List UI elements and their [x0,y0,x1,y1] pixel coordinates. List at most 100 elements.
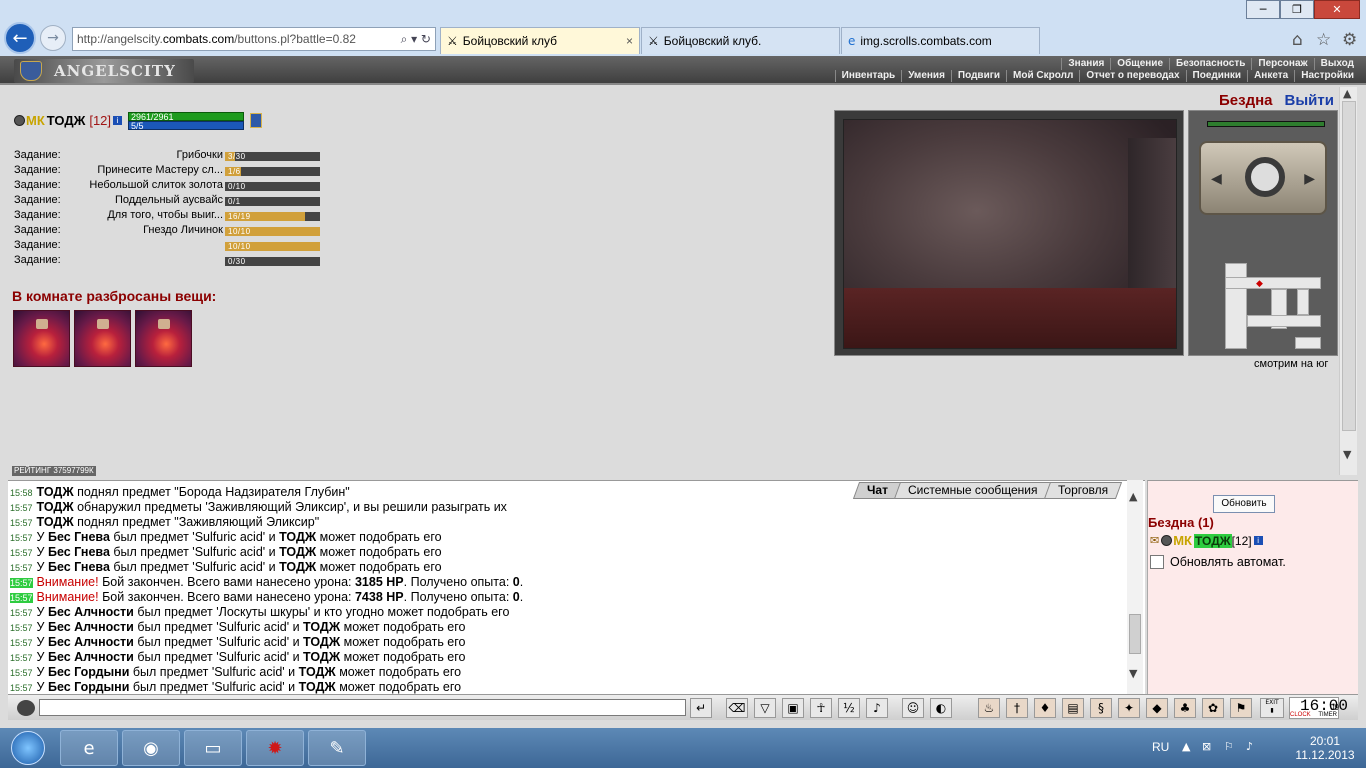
tab-system-messages[interactable]: Системные сообщения [894,482,1052,499]
room-user[interactable]: ✉ МК ТОДЖ [12] i [1150,533,1263,548]
scroll-up-icon[interactable]: ▲ [1343,87,1351,100]
maximize-button[interactable]: ❐ [1280,0,1314,19]
chat-timestamp[interactable]: 15:57 [10,518,33,528]
quest-name[interactable]: Гнездо Личинок [72,224,223,236]
chat-timestamp[interactable]: 15:57 [10,653,33,663]
taskbar-game-icon[interactable]: ✹ [246,730,304,766]
room-user-name[interactable]: ТОДЖ [1193,533,1232,548]
menu-my-scroll[interactable]: Мой Скролл [1006,70,1079,82]
game-logo[interactable]: ANGELSCITY [14,59,194,83]
menu-security[interactable]: Безопасность [1169,58,1251,70]
smile-icon[interactable]: ☺ [902,698,924,718]
chat-timestamp[interactable]: 15:57 [10,533,33,543]
fraction-icon[interactable]: ½ [838,698,860,718]
chat-timestamp[interactable]: 15:57 [10,608,33,618]
group-icon[interactable]: ♣ [1174,698,1196,718]
dungeon-view[interactable] [843,119,1177,349]
clock-label[interactable]: CLOCK [1290,712,1311,718]
menu-skills[interactable]: Умения [901,70,951,82]
chat-timestamp[interactable]: 15:57 [10,638,33,648]
address-bar[interactable]: http://angelscity. combats.com/buttons.pl… [72,27,436,51]
potion-item-icon[interactable] [74,310,131,367]
compass-ring[interactable] [1245,157,1285,197]
volume-icon[interactable]: ♪ [1246,740,1253,753]
menu-battles[interactable]: Поединки [1185,70,1248,82]
potion-item-icon[interactable] [13,310,70,367]
chat-timestamp[interactable]: 15:57 [10,548,33,558]
exit-door-icon[interactable]: EXIT ▮ [1260,698,1284,718]
scroll-icon[interactable]: § [1090,698,1112,718]
chat-timestamp[interactable]: 15:57 [10,593,33,603]
chat-input[interactable] [39,699,686,716]
turn-left-icon[interactable]: ◀ [1211,171,1222,187]
scroll-thumb[interactable] [1342,101,1356,431]
scroll-down-icon[interactable]: ▼ [1129,667,1137,680]
claw-icon[interactable]: ✦ [1118,698,1140,718]
menu-inventory[interactable]: Инвентарь [834,70,902,82]
menu-settings[interactable]: Настройки [1294,70,1360,82]
taskbar-explorer-icon[interactable]: ▭ [184,730,242,766]
send-enter-icon[interactable]: ↵ [690,698,712,718]
save-icon[interactable]: ▣ [782,698,804,718]
quest-name[interactable]: Для того, чтобы выиг... [72,209,223,221]
tab-close-icon[interactable]: × [626,34,633,48]
quest-name[interactable]: Грибочки [72,149,223,161]
menu-exit[interactable]: Выход [1313,58,1360,70]
quest-name[interactable]: Принесите Мастеру сл... [72,164,223,176]
minimize-button[interactable]: ─ [1246,0,1280,19]
potion-item-icon[interactable] [135,310,192,367]
chat-log[interactable]: 15:58 ТОДЖ поднял предмет "Борода Надзира… [10,485,1125,695]
info-icon[interactable]: i [113,116,123,125]
music-icon[interactable]: ♪ [866,698,888,718]
chat-timestamp[interactable]: 15:57 [10,623,33,633]
compass-control[interactable]: ◀ ▶ [1199,141,1327,215]
menu-knowledge[interactable]: Знания [1061,58,1110,70]
clan-badge-icon[interactable] [250,113,262,128]
tab-trade[interactable]: Торговля [1043,482,1123,499]
chat-timestamp[interactable]: 15:57 [10,578,33,588]
cat-icon[interactable]: ✿ [1202,698,1224,718]
menu-character[interactable]: Персонаж [1251,58,1313,70]
turn-right-icon[interactable]: ▶ [1304,171,1315,187]
tab-combats-2[interactable]: ⚔ Бойцовский клуб. [641,27,840,54]
close-window-button[interactable]: ✕ [1314,0,1360,19]
main-scrollbar[interactable]: ▲ ▼ [1339,87,1357,475]
tab-img-scrolls[interactable]: e img.scrolls.combats.com [841,27,1040,54]
dagger-icon[interactable]: † [1006,698,1028,718]
back-button[interactable]: ← [4,22,36,54]
chat-timestamp[interactable]: 15:57 [10,503,33,513]
favorites-star-icon[interactable]: ☆ [1316,30,1331,50]
forward-button[interactable]: → [40,25,66,51]
menu-communication[interactable]: Общение [1110,58,1169,70]
home-icon[interactable]: ⌂ [1292,30,1303,50]
network-icon[interactable]: ⊠ [1202,740,1211,753]
action-center-icon[interactable]: ⚐ [1224,740,1234,753]
auto-refresh-checkbox[interactable] [1150,555,1164,569]
settings-gear-icon[interactable]: ⚙ [1342,30,1357,50]
address-search-icon[interactable]: ⌕ ▾ ↻ [397,32,435,47]
character-name[interactable]: ТОДЖ [47,113,86,128]
menu-transfer-report[interactable]: Отчет о переводах [1079,70,1185,82]
chest-icon[interactable]: ▤ [1062,698,1084,718]
exit-link[interactable]: Выйти [1285,92,1334,109]
quest-name[interactable]: Небольшой слиток золота [72,179,223,191]
menu-profile[interactable]: Анкета [1247,70,1294,82]
chat-scrollbar[interactable]: ▲ ▼ [1127,480,1143,694]
taskbar-chrome-icon[interactable]: ◉ [122,730,180,766]
eraser-icon[interactable]: ⌫ [726,698,748,718]
tray-arrow-icon[interactable]: ▲ [1182,740,1190,753]
private-message-icon[interactable]: ✉ [1150,534,1159,547]
info-icon[interactable]: i [1253,536,1263,545]
flag-icon[interactable]: ⚑ [1230,698,1252,718]
scroll-thumb[interactable] [1129,614,1141,654]
tray-clock[interactable]: 20:01 11.12.2013 [1294,734,1356,762]
tab-combats-1[interactable]: ⚔ Бойцовский клуб × [440,27,640,54]
figure-icon[interactable]: ☥ [810,698,832,718]
chat-timestamp[interactable]: 15:58 [10,488,33,498]
taskbar-ie-icon[interactable]: e [60,730,118,766]
smiley-menu-icon[interactable] [17,700,35,716]
scroll-down-icon[interactable]: ▼ [1343,448,1351,461]
taskbar-paint-icon[interactable]: ✎ [308,730,366,766]
timer-label[interactable]: TIMER [1318,712,1337,718]
shield-icon[interactable]: ◆ [1146,698,1168,718]
